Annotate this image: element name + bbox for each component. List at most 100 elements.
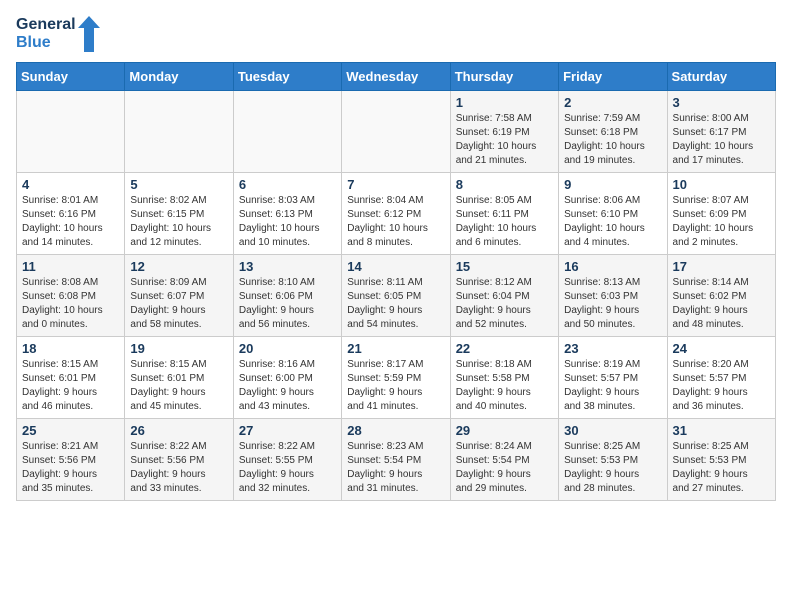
calendar-cell: 24 Sunrise: 8:20 AMSunset: 5:57 PMDayligh… xyxy=(667,337,775,419)
day-number: 18 xyxy=(22,341,119,356)
day-number: 31 xyxy=(673,423,770,438)
header: General Blue xyxy=(16,16,776,52)
calendar-cell: 19 Sunrise: 8:15 AMSunset: 6:01 PMDayligh… xyxy=(125,337,233,419)
day-header-tuesday: Tuesday xyxy=(233,63,341,91)
day-number: 13 xyxy=(239,259,336,274)
calendar-cell: 14 Sunrise: 8:11 AMSunset: 6:05 PMDayligh… xyxy=(342,255,450,337)
day-info: Sunrise: 8:13 AMSunset: 6:03 PMDaylight:… xyxy=(564,276,661,332)
calendar-cell: 3 Sunrise: 8:00 AMSunset: 6:17 PMDaylight… xyxy=(667,91,775,173)
day-number: 2 xyxy=(564,95,661,110)
calendar-week-1: 1Sunrise: 7:58 AMSunset: 6:19 PMDaylight… xyxy=(17,91,776,173)
day-number: 3 xyxy=(673,95,770,110)
calendar-cell xyxy=(17,91,125,173)
calendar-cell: 12 Sunrise: 8:09 AMSunset: 6:07 PMDayligh… xyxy=(125,255,233,337)
day-number: 9 xyxy=(564,177,661,192)
calendar-table: SundayMondayTuesdayWednesdayThursdayFrid… xyxy=(16,62,776,501)
logo-arrow-icon xyxy=(78,16,100,52)
day-info: Sunrise: 8:18 AMSunset: 5:58 PMDaylight:… xyxy=(456,358,553,414)
calendar-header-row: SundayMondayTuesdayWednesdayThursdayFrid… xyxy=(17,63,776,91)
day-number: 20 xyxy=(239,341,336,356)
day-number: 5 xyxy=(130,177,227,192)
day-number: 24 xyxy=(673,341,770,356)
logo-general: General xyxy=(16,16,76,34)
day-info: Sunrise: 8:23 AMSunset: 5:54 PMDaylight:… xyxy=(347,440,444,496)
day-info: Sunrise: 8:24 AMSunset: 5:54 PMDaylight:… xyxy=(456,440,553,496)
logo-container: General Blue xyxy=(16,16,100,52)
day-info: Sunrise: 8:15 AMSunset: 6:01 PMDaylight:… xyxy=(22,358,119,414)
day-header-monday: Monday xyxy=(125,63,233,91)
day-info: Sunrise: 8:22 AMSunset: 5:56 PMDaylight:… xyxy=(130,440,227,496)
calendar-cell: 31 Sunrise: 8:25 AMSunset: 5:53 PMDayligh… xyxy=(667,419,775,501)
calendar-cell: 1Sunrise: 7:58 AMSunset: 6:19 PMDaylight… xyxy=(450,91,558,173)
calendar-cell: 6 Sunrise: 8:03 AMSunset: 6:13 PMDaylight… xyxy=(233,173,341,255)
day-info: Sunrise: 8:10 AMSunset: 6:06 PMDaylight:… xyxy=(239,276,336,332)
calendar-cell: 8 Sunrise: 8:05 AMSunset: 6:11 PMDaylight… xyxy=(450,173,558,255)
day-number: 22 xyxy=(456,341,553,356)
day-header-saturday: Saturday xyxy=(667,63,775,91)
day-number: 6 xyxy=(239,177,336,192)
day-number: 27 xyxy=(239,423,336,438)
day-number: 8 xyxy=(456,177,553,192)
day-number: 21 xyxy=(347,341,444,356)
day-info: Sunrise: 8:11 AMSunset: 6:05 PMDaylight:… xyxy=(347,276,444,332)
day-info: Sunrise: 8:12 AMSunset: 6:04 PMDaylight:… xyxy=(456,276,553,332)
day-number: 30 xyxy=(564,423,661,438)
day-info: Sunrise: 8:25 AMSunset: 5:53 PMDaylight:… xyxy=(673,440,770,496)
day-number: 7 xyxy=(347,177,444,192)
day-info: Sunrise: 8:00 AMSunset: 6:17 PMDaylight:… xyxy=(673,112,770,168)
calendar-cell: 30 Sunrise: 8:25 AMSunset: 5:53 PMDayligh… xyxy=(559,419,667,501)
calendar-cell: 15 Sunrise: 8:12 AMSunset: 6:04 PMDayligh… xyxy=(450,255,558,337)
day-info: Sunrise: 8:14 AMSunset: 6:02 PMDaylight:… xyxy=(673,276,770,332)
day-info: Sunrise: 8:04 AMSunset: 6:12 PMDaylight:… xyxy=(347,194,444,250)
day-info: Sunrise: 8:07 AMSunset: 6:09 PMDaylight:… xyxy=(673,194,770,250)
day-number: 11 xyxy=(22,259,119,274)
day-info: Sunrise: 8:09 AMSunset: 6:07 PMDaylight:… xyxy=(130,276,227,332)
calendar-cell: 23Sunrise: 8:19 AMSunset: 5:57 PMDayligh… xyxy=(559,337,667,419)
day-info: Sunrise: 8:05 AMSunset: 6:11 PMDaylight:… xyxy=(456,194,553,250)
day-number: 29 xyxy=(456,423,553,438)
calendar-week-4: 18 Sunrise: 8:15 AMSunset: 6:01 PMDayligh… xyxy=(17,337,776,419)
calendar-cell: 4Sunrise: 8:01 AMSunset: 6:16 PMDaylight… xyxy=(17,173,125,255)
day-number: 25 xyxy=(22,423,119,438)
calendar-cell: 25Sunrise: 8:21 AMSunset: 5:56 PMDayligh… xyxy=(17,419,125,501)
day-info: Sunrise: 8:22 AMSunset: 5:55 PMDaylight:… xyxy=(239,440,336,496)
day-number: 28 xyxy=(347,423,444,438)
calendar-cell: 22 Sunrise: 8:18 AMSunset: 5:58 PMDayligh… xyxy=(450,337,558,419)
calendar-cell: 11Sunrise: 8:08 AMSunset: 6:08 PMDayligh… xyxy=(17,255,125,337)
calendar-cell: 9Sunrise: 8:06 AMSunset: 6:10 PMDaylight… xyxy=(559,173,667,255)
day-number: 4 xyxy=(22,177,119,192)
calendar-cell: 16 Sunrise: 8:13 AMSunset: 6:03 PMDayligh… xyxy=(559,255,667,337)
calendar-cell: 26 Sunrise: 8:22 AMSunset: 5:56 PMDayligh… xyxy=(125,419,233,501)
day-info: Sunrise: 8:19 AMSunset: 5:57 PMDaylight:… xyxy=(564,358,661,414)
calendar-cell: 21Sunrise: 8:17 AMSunset: 5:59 PMDayligh… xyxy=(342,337,450,419)
calendar-cell: 10 Sunrise: 8:07 AMSunset: 6:09 PMDayligh… xyxy=(667,173,775,255)
logo-blue: Blue xyxy=(16,34,51,52)
calendar-cell: 13 Sunrise: 8:10 AMSunset: 6:06 PMDayligh… xyxy=(233,255,341,337)
day-number: 15 xyxy=(456,259,553,274)
calendar-cell xyxy=(342,91,450,173)
day-number: 19 xyxy=(130,341,227,356)
day-info: Sunrise: 7:59 AMSunset: 6:18 PMDaylight:… xyxy=(564,112,661,168)
calendar-cell: 7 Sunrise: 8:04 AMSunset: 6:12 PMDaylight… xyxy=(342,173,450,255)
day-header-sunday: Sunday xyxy=(17,63,125,91)
calendar-cell: 18 Sunrise: 8:15 AMSunset: 6:01 PMDayligh… xyxy=(17,337,125,419)
calendar-week-3: 11Sunrise: 8:08 AMSunset: 6:08 PMDayligh… xyxy=(17,255,776,337)
day-number: 10 xyxy=(673,177,770,192)
calendar-week-5: 25Sunrise: 8:21 AMSunset: 5:56 PMDayligh… xyxy=(17,419,776,501)
day-info: Sunrise: 8:16 AMSunset: 6:00 PMDaylight:… xyxy=(239,358,336,414)
day-number: 1 xyxy=(456,95,553,110)
day-info: Sunrise: 8:25 AMSunset: 5:53 PMDaylight:… xyxy=(564,440,661,496)
day-header-thursday: Thursday xyxy=(450,63,558,91)
day-info: Sunrise: 8:15 AMSunset: 6:01 PMDaylight:… xyxy=(130,358,227,414)
day-number: 14 xyxy=(347,259,444,274)
day-number: 12 xyxy=(130,259,227,274)
day-info: Sunrise: 8:20 AMSunset: 5:57 PMDaylight:… xyxy=(673,358,770,414)
day-info: Sunrise: 8:02 AMSunset: 6:15 PMDaylight:… xyxy=(130,194,227,250)
calendar-cell: 20 Sunrise: 8:16 AMSunset: 6:00 PMDayligh… xyxy=(233,337,341,419)
calendar-cell: 5 Sunrise: 8:02 AMSunset: 6:15 PMDaylight… xyxy=(125,173,233,255)
day-number: 26 xyxy=(130,423,227,438)
calendar-cell xyxy=(233,91,341,173)
day-number: 16 xyxy=(564,259,661,274)
day-header-friday: Friday xyxy=(559,63,667,91)
day-info: Sunrise: 8:03 AMSunset: 6:13 PMDaylight:… xyxy=(239,194,336,250)
